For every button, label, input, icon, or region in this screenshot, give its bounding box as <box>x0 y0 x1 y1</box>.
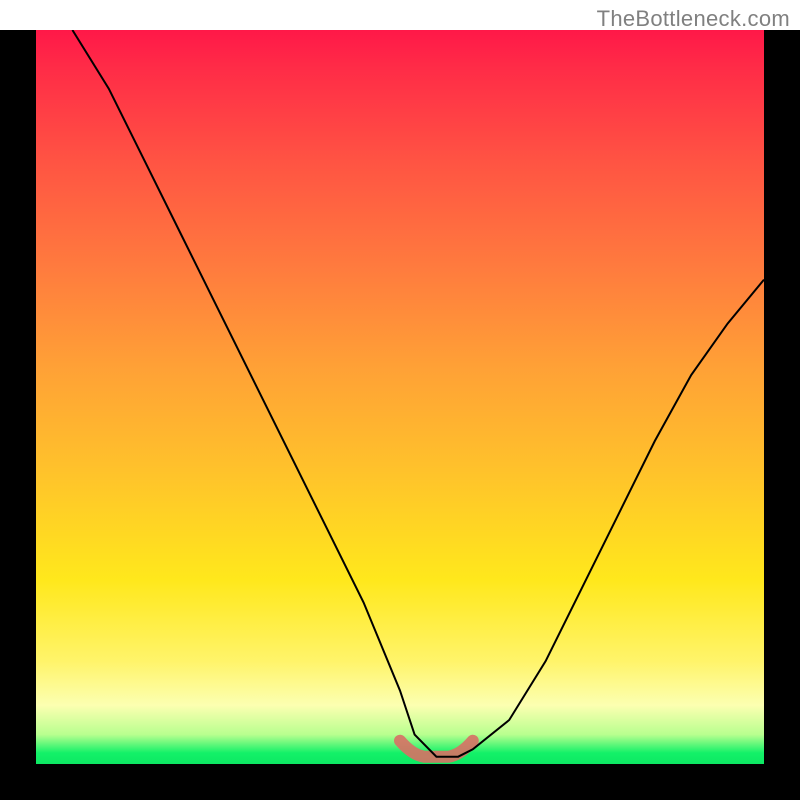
curve-svg <box>36 30 764 764</box>
axis-border-left <box>0 30 36 800</box>
chart-frame <box>0 30 800 800</box>
chart-root: TheBottleneck.com <box>0 0 800 800</box>
axis-border-right <box>764 30 800 800</box>
plot-area <box>36 30 764 764</box>
bottleneck-curve <box>72 30 764 757</box>
watermark-label: TheBottleneck.com <box>597 6 790 32</box>
axis-border-bottom <box>0 764 800 800</box>
